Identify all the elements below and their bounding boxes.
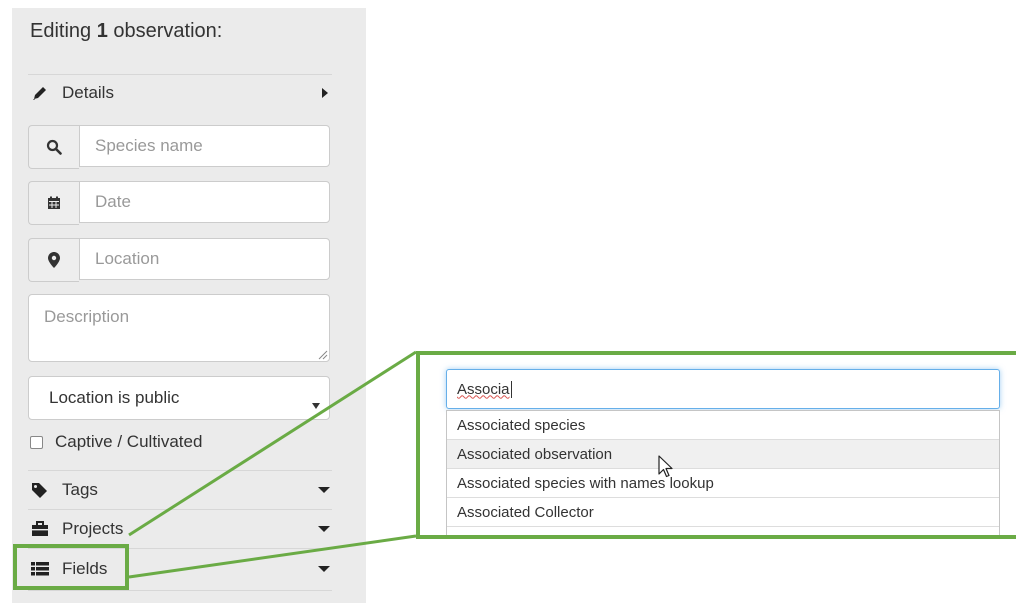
autocomplete-item[interactable]: Associated observation — [447, 440, 999, 469]
field-search-input[interactable]: Associa — [446, 369, 1000, 409]
text-cursor — [510, 380, 512, 398]
autocomplete-item[interactable] — [447, 527, 999, 535]
autocomplete-item[interactable]: Associated Collector — [447, 498, 999, 527]
field-search-callout: Associa Associated species Associated ob… — [416, 351, 1016, 539]
mouse-pointer-icon — [658, 455, 673, 478]
autocomplete-list: Associated species Associated observatio… — [446, 410, 1000, 535]
autocomplete-item[interactable]: Associated species — [447, 411, 999, 440]
autocomplete-item[interactable]: Associated species with names lookup — [447, 469, 999, 498]
field-search-value: Associa — [457, 380, 510, 398]
